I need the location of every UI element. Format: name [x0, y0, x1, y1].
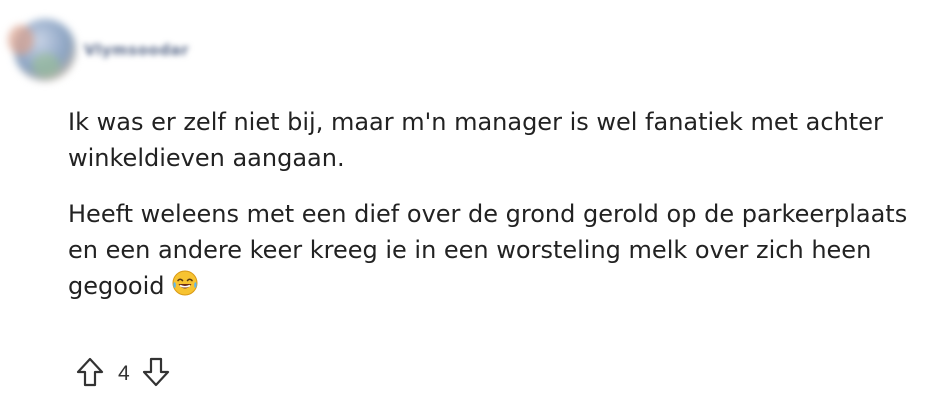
comment: Vlymsoodar Ik was er zelf niet bij, maar…: [0, 0, 942, 402]
avatar[interactable]: [8, 19, 76, 81]
upvote-arrow-icon: [75, 356, 105, 392]
comment-paragraph-1-text: Ik was er zelf niet bij, maar m'n manage…: [68, 108, 883, 172]
laughing-emoji-icon: [171, 269, 199, 307]
comment-header: Vlymsoodar: [8, 14, 189, 86]
vote-score: 4: [118, 362, 130, 385]
username[interactable]: Vlymsoodar: [84, 41, 189, 59]
downvote-button[interactable]: [138, 356, 174, 392]
comment-paragraph-2: Heeft weleens met een dief over de grond…: [68, 196, 928, 307]
downvote-arrow-icon: [141, 356, 171, 392]
comment-body: Ik was er zelf niet bij, maar m'n manage…: [68, 104, 928, 327]
vote-bar: 4: [72, 354, 174, 394]
comment-paragraph-1: Ik was er zelf niet bij, maar m'n manage…: [68, 104, 928, 176]
upvote-button[interactable]: [72, 356, 108, 392]
